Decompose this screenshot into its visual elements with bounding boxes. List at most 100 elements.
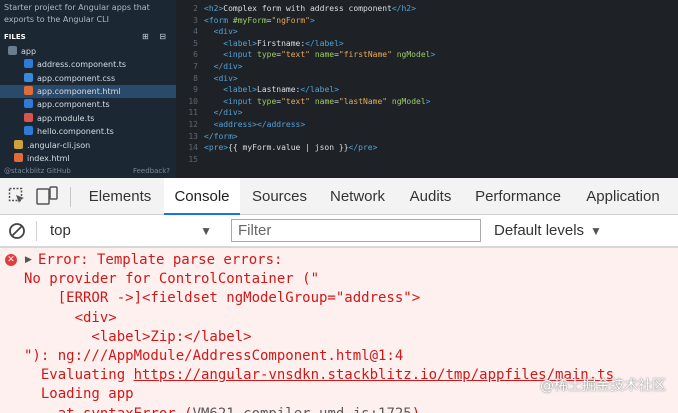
code-line: <label>Lastname:</label> bbox=[223, 85, 339, 95]
chrome-devtools: Elements Console Sources Network Audits Perfo… bbox=[0, 178, 678, 413]
expand-triangle-icon[interactable]: ▶ bbox=[25, 253, 32, 267]
tab-performance[interactable]: Performance bbox=[465, 178, 571, 215]
devtools-tabbar: Elements Console Sources Network Audits Perfo… bbox=[0, 178, 678, 215]
file-tree-label: index.html bbox=[27, 154, 70, 163]
code-line: <label>Firstname:</label> bbox=[223, 38, 344, 48]
file-tree-item[interactable]: app.module.ts bbox=[24, 112, 94, 125]
html-file-icon bbox=[14, 153, 23, 162]
code-line: <input type="text" name="firstName" ngMo… bbox=[223, 50, 436, 60]
context-selector[interactable]: top ▼ bbox=[44, 219, 216, 243]
ts-file-icon bbox=[24, 59, 33, 68]
footer-links[interactable]: @stackblitz GitHub bbox=[4, 167, 71, 175]
file-tree-item[interactable]: app.component.css bbox=[24, 72, 115, 85]
error-icon: ✕ bbox=[5, 254, 17, 266]
ts-file-icon bbox=[24, 126, 33, 135]
line-number: 2 bbox=[193, 4, 198, 13]
files-header: FILES ⊞ ⊟ bbox=[0, 30, 176, 44]
tab-audits[interactable]: Audits bbox=[398, 178, 463, 215]
levels-value: Default levels bbox=[494, 222, 585, 239]
console-line: <label>Zip:</label> bbox=[24, 328, 252, 345]
file-tree-item[interactable]: .angular-cli.json bbox=[14, 139, 90, 152]
file-sidebar: Starter project for Angular apps that ex… bbox=[0, 0, 176, 178]
file-tree-label: .angular-cli.json bbox=[27, 141, 91, 150]
line-number: 11 bbox=[188, 108, 198, 118]
line-number: 4 bbox=[193, 27, 198, 37]
line-number: 5 bbox=[193, 38, 198, 48]
code-line: <input type="text" name="lastName" ngMod… bbox=[223, 96, 431, 106]
line-number: 6 bbox=[193, 50, 198, 60]
console-line: Error: Template parse errors: bbox=[38, 252, 283, 268]
file-tree-item[interactable]: address.component.ts bbox=[24, 58, 126, 71]
tab-sources[interactable]: Sources bbox=[242, 178, 317, 215]
stackblitz-ide: Starter project for Angular apps that ex… bbox=[0, 0, 678, 178]
folder-icon bbox=[8, 46, 17, 55]
tab-elements[interactable]: Elements bbox=[80, 178, 160, 215]
line-number: 15 bbox=[188, 154, 198, 164]
line-number-gutter: 2 3 4 5 6 7 8 9 10 11 12 13 14 15 bbox=[176, 0, 202, 178]
watermark: @稀土掘金技术社区 bbox=[540, 378, 666, 394]
project-description: Starter project for Angular apps that ex… bbox=[4, 3, 150, 24]
line-number: 10 bbox=[188, 96, 198, 106]
file-tree-label: app.component.ts bbox=[37, 100, 110, 109]
module-file-icon bbox=[24, 113, 33, 122]
code-editor[interactable]: 2 3 4 5 6 7 8 9 10 11 12 13 14 15 <h2>Complex form wi… bbox=[176, 0, 678, 178]
console-line: No provider for ControlContainer (" bbox=[24, 271, 320, 288]
console-line: [ERROR ->]<fieldset ngModelGroup="addres… bbox=[24, 290, 421, 307]
file-tree-item[interactable]: app.component.ts bbox=[24, 98, 110, 111]
line-number: 12 bbox=[188, 120, 198, 129]
code-line: </div> bbox=[213, 62, 243, 71]
line-number: 3 bbox=[193, 15, 198, 25]
clear-console-icon[interactable] bbox=[8, 222, 26, 240]
device-toolbar-icon[interactable] bbox=[36, 186, 58, 206]
css-file-icon bbox=[24, 73, 33, 82]
tab-separator bbox=[70, 187, 71, 207]
context-value: top bbox=[50, 222, 71, 239]
tab-console[interactable]: Console bbox=[164, 178, 240, 215]
caret-down-icon: ▼ bbox=[590, 224, 602, 238]
console-line: at syntaxError (VM621 compiler.umd.js:17… bbox=[24, 405, 420, 413]
json-file-icon bbox=[14, 140, 23, 149]
code-line: <address></address> bbox=[213, 120, 306, 129]
line-number: 14 bbox=[188, 143, 198, 153]
line-number: 9 bbox=[193, 85, 198, 95]
code-line: </form> bbox=[204, 131, 238, 141]
code-line: <pre>{{ myForm.value | json }}</pre> bbox=[204, 143, 378, 153]
log-levels-selector[interactable]: Default levels ▼ bbox=[494, 219, 614, 243]
console-line: Evaluating https://angular-vnsdkn.stackb… bbox=[24, 367, 615, 384]
file-tree-label: address.component.ts bbox=[37, 60, 127, 69]
code-line: <form #myForm="ngForm"> bbox=[204, 15, 315, 25]
file-tree-label: app.module.ts bbox=[37, 114, 95, 123]
line-number: 8 bbox=[193, 73, 198, 83]
file-tree-item[interactable]: app bbox=[8, 45, 36, 58]
console-line: Loading app bbox=[24, 386, 134, 403]
file-tree-item[interactable]: app.component.html bbox=[0, 85, 176, 98]
tab-network[interactable]: Network bbox=[319, 178, 396, 215]
stack-source-link[interactable]: VM621 compiler.umd.js:1725 bbox=[193, 406, 412, 413]
code-line: </div> bbox=[213, 108, 243, 118]
feedback-link[interactable]: Feedback? bbox=[133, 164, 170, 178]
toolbar-separator bbox=[36, 221, 37, 241]
sidebar-footer: @stackblitz GitHub Feedback? bbox=[0, 164, 176, 178]
console-toolbar: top ▼ Default levels ▼ bbox=[0, 215, 678, 247]
file-tree-label: app.component.html bbox=[37, 87, 121, 96]
ts-file-icon bbox=[24, 99, 33, 108]
new-file-folder-icons[interactable]: ⊞ ⊟ bbox=[142, 30, 170, 44]
caret-down-icon: ▼ bbox=[200, 224, 212, 238]
line-number: 13 bbox=[188, 131, 198, 141]
file-tree-label: app.component.css bbox=[37, 74, 116, 83]
code-line: <h2>Complex form with address component<… bbox=[204, 4, 416, 13]
console-line: <div> bbox=[24, 309, 117, 326]
code-line: <div> bbox=[213, 73, 238, 83]
file-tree-label: app bbox=[21, 47, 37, 56]
inspect-element-icon[interactable] bbox=[8, 187, 26, 205]
file-tree-label: hello.component.ts bbox=[37, 127, 114, 136]
console-output: ✕ ▶ Error: Template parse errors: No prov… bbox=[0, 247, 678, 413]
line-number: 7 bbox=[193, 62, 198, 71]
tab-application[interactable]: Application bbox=[573, 178, 673, 215]
html-file-icon bbox=[24, 86, 33, 95]
filter-input[interactable] bbox=[231, 219, 481, 242]
files-header-label: FILES bbox=[4, 33, 26, 41]
file-tree-item[interactable]: hello.component.ts bbox=[24, 125, 114, 138]
console-line: "): ng:///AppModule/AddressComponent.htm… bbox=[24, 348, 404, 364]
code-line: <div> bbox=[213, 27, 238, 37]
